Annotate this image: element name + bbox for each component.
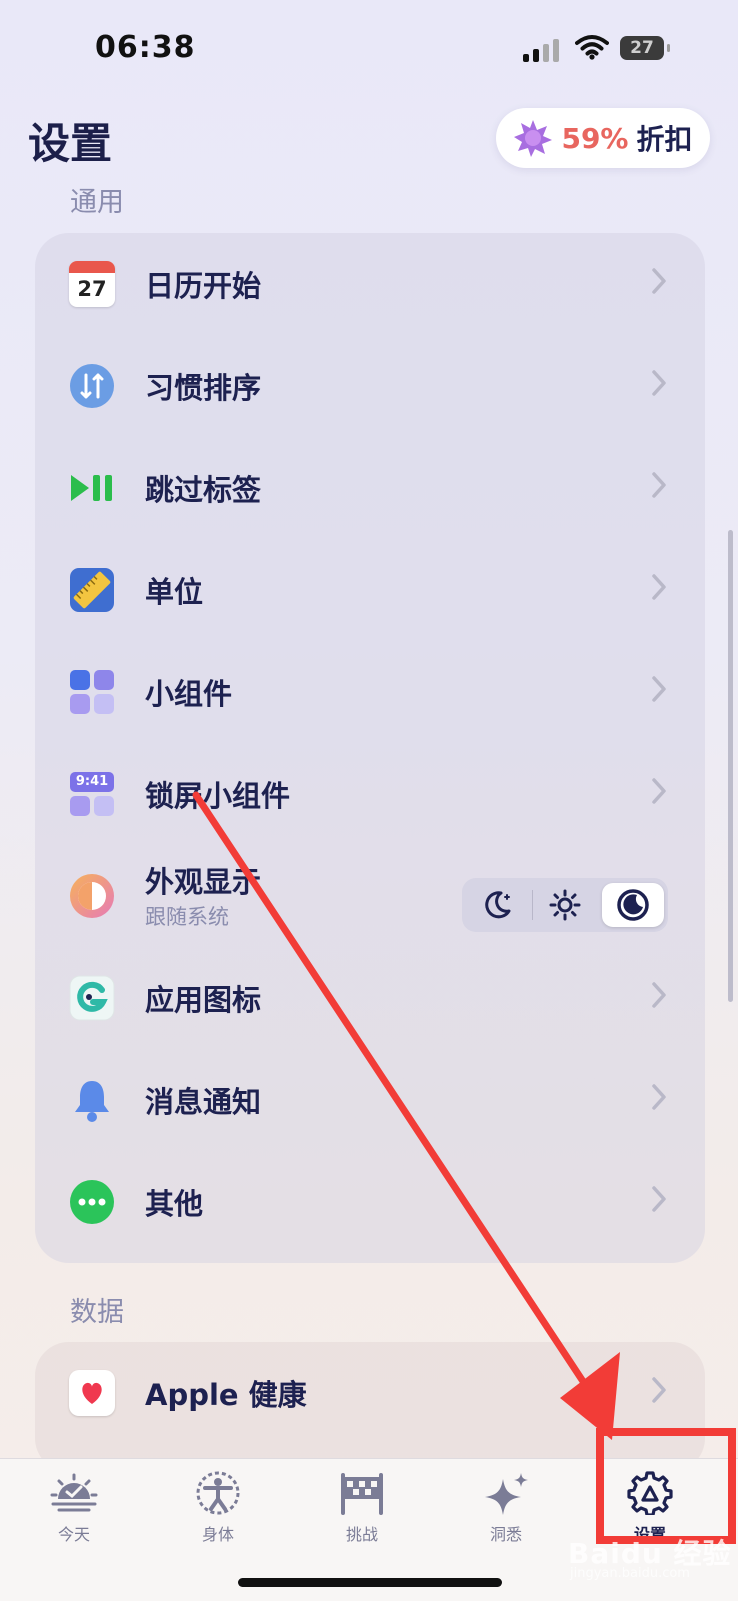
chevron-right-icon [652,982,666,1008]
settings-row-apple-health[interactable]: Apple 健康 [35,1342,705,1444]
star-badge-icon [514,120,553,157]
tab-body[interactable]: 身体 [168,1471,268,1545]
tab-insights[interactable]: 洞悉 [456,1471,556,1545]
settings-row-label: 单位 [145,575,204,609]
appearance-option-light[interactable] [534,883,596,927]
wifi-icon [575,35,609,60]
sort-icon [70,364,114,408]
settings-row-calendar-start[interactable]: 27 日历开始 [35,233,705,335]
tab-label: 今天 [57,1525,90,1544]
sun-icon [549,889,581,921]
discount-label: 折扣 [636,123,693,156]
settings-row-label: 消息通知 [145,1085,262,1119]
tab-label: 挑战 [345,1525,378,1544]
chevron-right-icon [652,778,666,804]
moon-stars-icon [485,891,511,919]
chevron-right-icon [652,1084,666,1110]
calendar-icon-date: 27 [77,277,107,301]
widgets-icon [70,670,114,714]
chevron-right-icon [652,1186,666,1212]
tab-label: 洞悉 [489,1525,522,1544]
settings-row-notifications[interactable]: 消息通知 [35,1049,705,1151]
lockscreen-icon-time: 9:41 [70,772,114,792]
tab-today[interactable]: 今天 [24,1471,124,1545]
scrollbar[interactable] [728,530,733,1002]
cellular-signal-icon [523,38,561,62]
app-icon [69,975,115,1021]
chevron-right-icon [652,1377,666,1403]
flag-icon [341,1473,383,1515]
settings-row-habit-sort[interactable]: 习惯排序 [35,335,705,437]
page-title: 设置 [28,119,113,168]
settings-row-units[interactable]: 单位 [35,539,705,641]
settings-row-label: 外观显示 [145,865,262,899]
appearance-option-system[interactable] [602,883,664,927]
chevron-right-icon [652,574,666,600]
appearance-option-dark[interactable] [466,883,528,927]
settings-row-label: 应用图标 [145,983,262,1017]
settings-row-label: 跳过标签 [145,473,262,507]
settings-row-widgets[interactable]: 小组件 [35,641,705,743]
settings-row-sublabel: 跟随系统 [145,905,229,929]
more-icon [70,1180,114,1224]
discount-percent: 59% [561,121,629,155]
discount-button[interactable]: 59% 折扣 [496,108,710,168]
settings-row-app-icon[interactable]: 应用图标 [35,947,705,1049]
settings-row-label: 小组件 [145,677,233,711]
health-icon [69,1370,115,1416]
bell-icon [75,1081,109,1122]
section-label-general: 通用 [70,187,124,218]
status-bar: 06:38 27 [0,0,738,100]
home-indicator [238,1578,502,1587]
tab-challenge[interactable]: 挑战 [312,1471,412,1545]
data-settings-card: Apple 健康 [35,1342,705,1472]
settings-row-label: 日历开始 [145,269,262,303]
chevron-right-icon [652,676,666,702]
gear-icon [627,1471,673,1517]
calendar-icon: 27 [69,261,115,307]
appearance-icon [70,874,114,918]
chevron-right-icon [652,370,666,396]
ruler-icon [70,568,114,612]
chevron-right-icon [652,268,666,294]
skip-icon [71,475,112,501]
watermark-url: jingyan.baidu.com [570,1566,690,1581]
chevron-right-icon [652,472,666,498]
settings-row-label: 习惯排序 [145,371,262,405]
system-theme-icon [617,889,649,921]
settings-row-skip-tag[interactable]: 跳过标签 [35,437,705,539]
settings-row-other[interactable]: 其他 [35,1151,705,1253]
settings-row-label: Apple 健康 [145,1378,307,1412]
body-icon [196,1471,240,1515]
lockscreen-widget-icon: 9:41 [69,771,115,817]
sunrise-icon [50,1473,98,1512]
settings-row-lockscreen-widgets[interactable]: 9:41 锁屏小组件 [35,743,705,845]
battery-icon: 27 [620,36,670,60]
appearance-segmented-control [462,878,668,932]
sparkle-icon [485,1473,528,1515]
status-time: 06:38 [95,30,196,65]
tab-label: 身体 [201,1525,234,1544]
settings-row-label: 锁屏小组件 [145,779,291,813]
section-label-data: 数据 [70,1297,124,1328]
settings-row-label: 其他 [145,1187,204,1221]
general-settings-card: 27 日历开始 习惯排序 跳过标签 单位 小组件 9:41 锁屏小组件 外观显示… [35,233,705,1263]
